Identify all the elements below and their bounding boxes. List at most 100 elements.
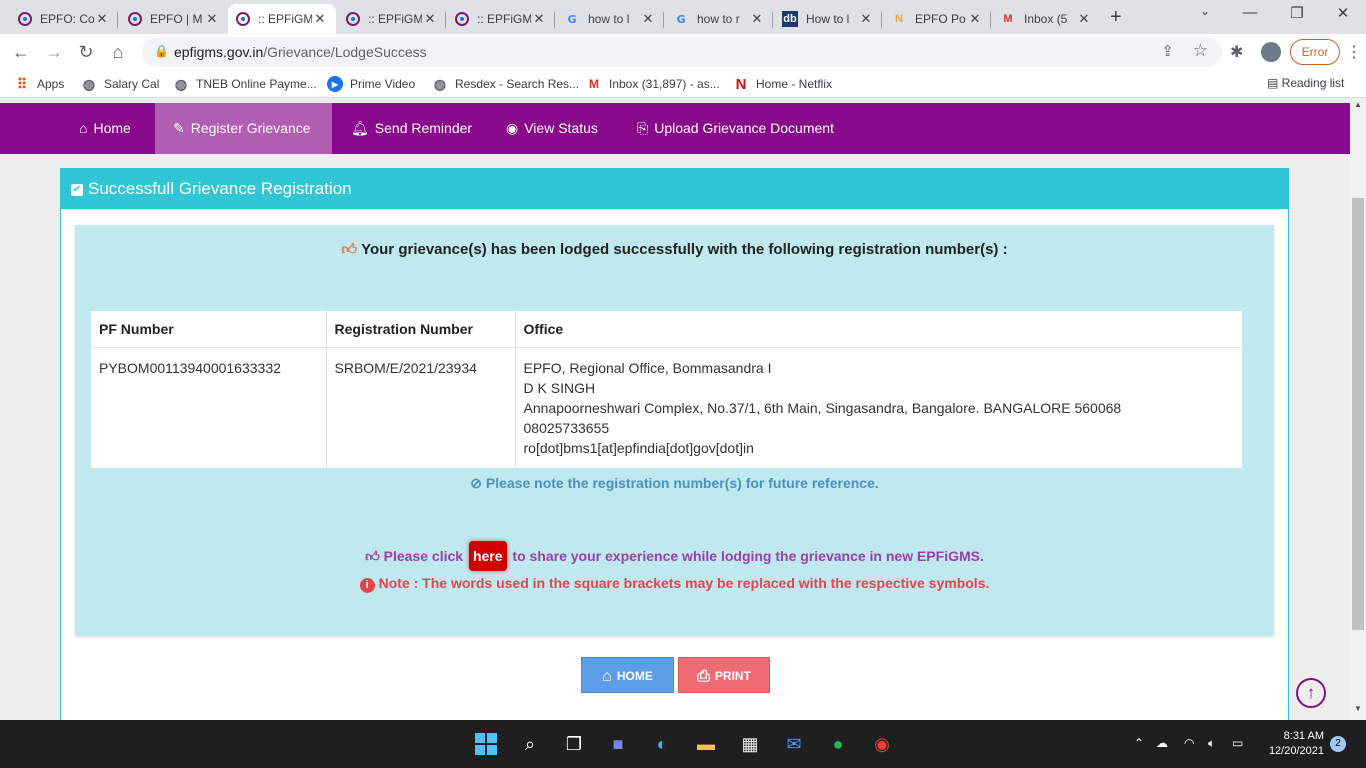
microsoft-store-icon[interactable]: ▦ (736, 730, 764, 758)
forward-icon[interactable]: → (42, 40, 66, 64)
close-tab-icon[interactable]: ✕ (640, 11, 656, 27)
browser-tab-7[interactable]: G how to r ✕ (665, 4, 773, 34)
browser-tab-6[interactable]: G how to l ✕ (556, 4, 664, 34)
bookmark-inbox[interactable]: M Inbox (31,897) - as... (586, 76, 720, 92)
spotify-icon[interactable]: ● (824, 730, 852, 758)
bookmark-label: Resdex - Search Res... (455, 77, 580, 91)
url-text[interactable]: epfigms.gov.in/Grievance/LodgeSuccess (174, 44, 427, 60)
profile-avatar[interactable] (1261, 42, 1281, 62)
scroll-up-icon[interactable]: ▲ (1354, 100, 1362, 109)
bookmark-star-icon[interactable]: ☆ (1193, 41, 1208, 61)
lock-icon[interactable]: 🔒 (154, 44, 169, 58)
chrome-icon[interactable]: ◉ (868, 730, 896, 758)
close-window-icon[interactable]: ✕ (1333, 4, 1353, 22)
search-icon[interactable]: ⌕ (516, 730, 544, 758)
error-button[interactable]: Error (1290, 39, 1340, 65)
onedrive-cloud-icon[interactable]: ☁ (1156, 736, 1168, 750)
browser-tab-3-active[interactable]: :: EPFiGM ✕ (228, 4, 336, 34)
browser-tab-1[interactable]: EPFO: Co ✕ (10, 4, 118, 34)
reload-icon[interactable]: ↻ (74, 40, 98, 64)
nav-send-reminder[interactable]: 🔔︎ Send Reminder (333, 103, 490, 154)
close-tab-icon[interactable]: ✕ (422, 11, 438, 27)
nav-register-grievance[interactable]: ✎ Register Grievance (155, 103, 332, 154)
tab-separator (554, 12, 555, 28)
close-tab-icon[interactable]: ✕ (749, 11, 765, 27)
bookmark-label: Prime Video (350, 77, 416, 91)
bookmark-tneb[interactable]: ◍ TNEB Online Payme... (173, 76, 317, 92)
gmail-icon: M (1003, 13, 1013, 25)
office-email: ro[dot]bms1[at]epfindia[dot]gov[dot]in (523, 440, 754, 456)
home-button[interactable]: ⌂ HOME (581, 657, 674, 693)
print-button[interactable]: ⎙ PRINT (678, 657, 770, 693)
browser-tab-8[interactable]: db How to l ✕ (774, 4, 882, 34)
share-icon[interactable]: ⇪ (1161, 42, 1174, 60)
scrollbar-thumb[interactable] (1352, 198, 1364, 630)
battery-icon[interactable]: ▭ (1232, 736, 1243, 750)
reading-list-button[interactable]: ▤ Reading list (1267, 76, 1344, 90)
back-icon[interactable]: ← (9, 40, 33, 64)
google-icon: G (567, 12, 577, 26)
epfo-icon (455, 12, 469, 26)
bookmark-prime-video[interactable]: ▶ Prime Video (327, 76, 415, 92)
tab-separator (117, 12, 118, 28)
taskbar-clock[interactable]: 8:31 AM 12/20/2021 (1262, 729, 1324, 759)
feedback-prompt: 👍︎ Please click here to share your exper… (75, 541, 1274, 571)
wifi-icon[interactable]: ◠ (1184, 736, 1194, 750)
task-view-icon[interactable]: ❐ (560, 730, 588, 758)
file-explorer-icon[interactable]: ▬ (692, 730, 720, 758)
success-text: Your grievance(s) has been lodged succes… (361, 241, 1008, 258)
teams-chat-icon[interactable]: ■ (604, 730, 632, 758)
scroll-to-top-button[interactable]: ↑ (1296, 678, 1326, 708)
reference-note-text: Please note the registration number(s) f… (485, 475, 879, 491)
chevron-up-icon[interactable]: ⌃ (1134, 736, 1144, 750)
volume-icon[interactable]: 🔈︎ (1208, 736, 1215, 751)
new-tab-icon[interactable]: + (1110, 6, 1122, 29)
notification-badge[interactable]: 2 (1330, 736, 1346, 752)
tab-separator (990, 12, 991, 28)
tab-search-icon[interactable]: ⌄ (1195, 4, 1215, 18)
feedback-here-link[interactable]: here (468, 541, 507, 571)
browser-tab-10[interactable]: M Inbox (5 ✕ (992, 4, 1100, 34)
nav-view-status[interactable]: ◉ View Status (488, 103, 616, 154)
success-message: 👍︎ Your grievance(s) has been lodged succ… (75, 241, 1274, 259)
close-tab-icon[interactable]: ✕ (204, 11, 220, 27)
close-tab-icon[interactable]: ✕ (312, 11, 328, 27)
browser-tab-2[interactable]: EPFO | M ✕ (120, 4, 228, 34)
close-tab-icon[interactable]: ✕ (967, 11, 983, 27)
tab-separator (772, 12, 773, 28)
browser-tab-5[interactable]: :: EPFiGM ✕ (447, 4, 555, 34)
office-phone: 08025733655 (523, 420, 610, 436)
bookmark-netflix[interactable]: N Home - Netflix (733, 76, 832, 93)
nav-home[interactable]: ⌂ Home (61, 103, 149, 154)
eye-icon: ◉ (506, 120, 519, 136)
browser-tab-9[interactable]: N EPFO Po ✕ (883, 4, 991, 34)
windows-start-icon[interactable] (472, 730, 500, 758)
office-name: EPFO, Regional Office, Bommasandra I (523, 360, 772, 376)
header-office: Office (515, 311, 1242, 348)
extensions-puzzle-icon[interactable]: ✱ (1230, 42, 1243, 62)
page-scrollbar[interactable]: ▲ ▼ (1350, 98, 1366, 720)
minimize-icon[interactable]: — (1240, 4, 1260, 21)
close-tab-icon[interactable]: ✕ (94, 11, 110, 27)
nav-upload-document[interactable]: ⎘ Upload Grievance Document (619, 103, 852, 154)
bookmark-salary-cal[interactable]: ◍ Salary Cal (81, 76, 159, 92)
warning-note: i Note : The words used in the square bra… (75, 575, 1274, 593)
panel-header: ✔ Successfull Grievance Registration (61, 169, 1288, 209)
menu-dots-icon[interactable]: ⋮ (1346, 42, 1362, 62)
bookmark-apps[interactable]: ⠿ Apps (14, 76, 65, 92)
scroll-down-icon[interactable]: ▼ (1354, 704, 1362, 713)
office-address: Annapoorneshwari Complex, No.37/1, 6th M… (523, 400, 1122, 416)
mail-icon[interactable]: ✉ (780, 730, 808, 758)
address-bar[interactable]: 🔒 epfigms.gov.in/Grievance/LodgeSuccess … (142, 37, 1222, 67)
browser-tab-4[interactable]: :: EPFiGM ✕ (338, 4, 446, 34)
tab-title: How to l (806, 12, 850, 26)
home-browser-icon[interactable]: ⌂ (106, 40, 130, 64)
edge-browser-icon[interactable]: ◐ (648, 730, 676, 758)
bookmark-resdex[interactable]: ◍ Resdex - Search Res... (432, 76, 579, 92)
close-tab-icon[interactable]: ✕ (1076, 11, 1092, 27)
epfo-icon (18, 12, 32, 26)
close-tab-icon[interactable]: ✕ (858, 11, 874, 27)
maximize-icon[interactable]: ❐ (1287, 4, 1307, 22)
n-icon: N (895, 13, 903, 25)
close-tab-icon[interactable]: ✕ (531, 11, 547, 27)
